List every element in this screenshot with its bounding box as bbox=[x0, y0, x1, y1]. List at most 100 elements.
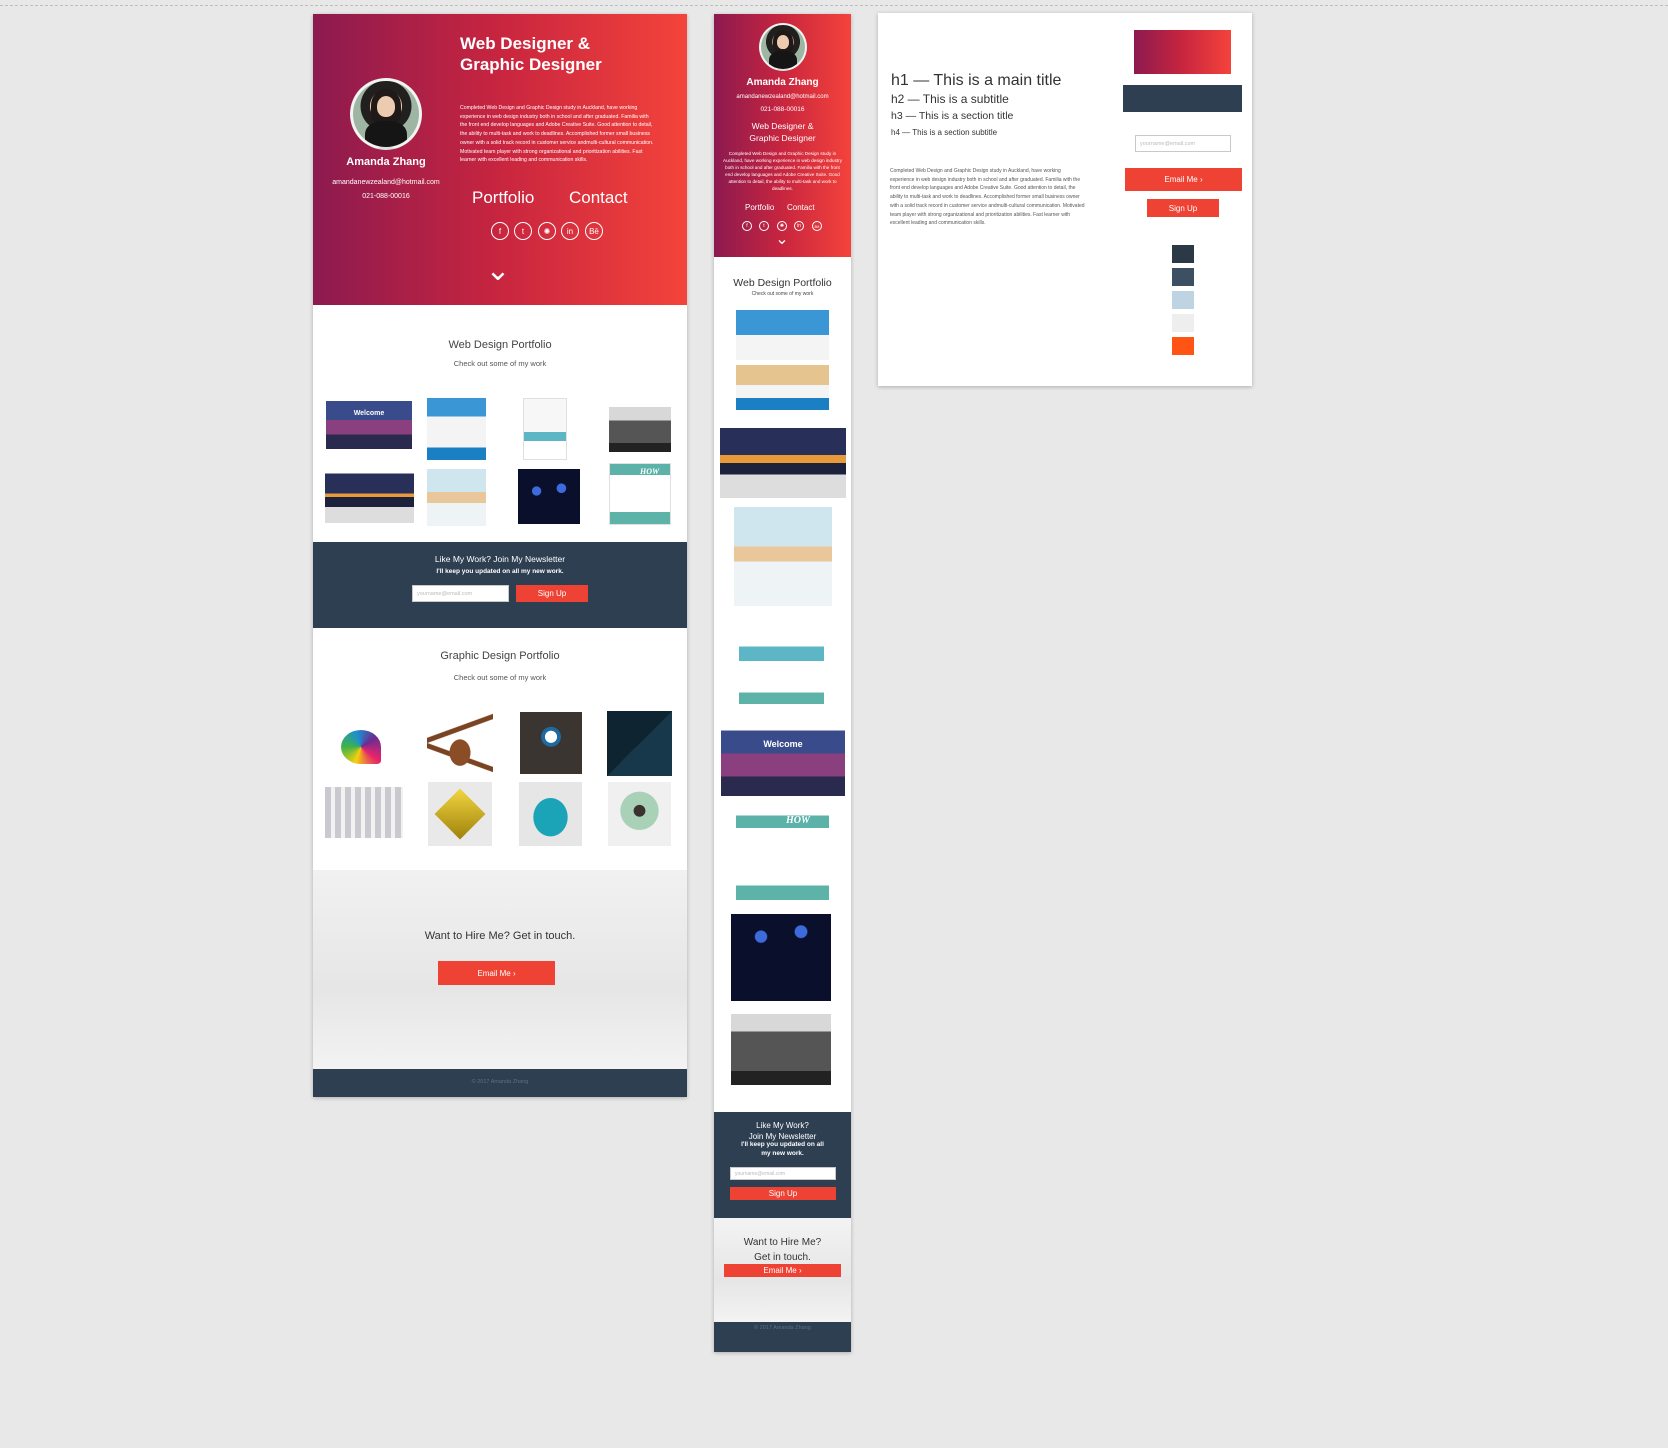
mobile-email-input[interactable]: yourname@email.com bbox=[730, 1167, 836, 1180]
nav-portfolio-link[interactable]: Portfolio bbox=[472, 188, 534, 208]
graphic-portfolio-subtitle: Check out some of my work bbox=[453, 673, 547, 682]
style-body-text: Completed Web Design and Graphic Design … bbox=[890, 168, 1085, 227]
mobile-thumb-3[interactable] bbox=[734, 507, 832, 606]
mobile-twitter-icon[interactable]: t bbox=[759, 221, 769, 231]
web-thumb-5[interactable] bbox=[325, 469, 414, 523]
hero-section: Web Designer & Graphic Designer Amanda Z… bbox=[313, 14, 687, 305]
style-h4: h4 — This is a section subtitle bbox=[891, 128, 998, 137]
graphic-thumb-antelope[interactable] bbox=[427, 711, 493, 775]
mobile-thumb-2[interactable] bbox=[720, 420, 846, 498]
newsletter-title: Like My Work? Join My Newsletter bbox=[434, 554, 566, 564]
behance-icon[interactable]: Bē bbox=[585, 222, 603, 240]
mobile-newsletter-line1: Like My Work? bbox=[756, 1121, 809, 1130]
scroll-down-icon[interactable]: ⌄ bbox=[478, 256, 518, 286]
swatch-4 bbox=[1172, 314, 1194, 332]
mobile-name: Amanda Zhang bbox=[746, 77, 819, 88]
mobile-web-title: Web Design Portfolio bbox=[733, 277, 832, 289]
mobile-hero: Amanda Zhang amandanewzealand@hotmail.co… bbox=[714, 14, 851, 257]
mobile-behance-icon[interactable]: Bē bbox=[812, 221, 822, 231]
mobile-thumb-8[interactable] bbox=[731, 1014, 831, 1085]
mobile-newsletter-line4: my new work. bbox=[761, 1150, 804, 1157]
newsletter-subtitle: I'll keep you updated on all my new work… bbox=[436, 568, 564, 575]
mobile-nav-portfolio[interactable]: Portfolio bbox=[745, 203, 774, 212]
mobile-newsletter-line3: I'll keep you updated on all bbox=[741, 1141, 824, 1148]
web-thumb-3[interactable] bbox=[523, 398, 567, 460]
mobile-email[interactable]: amandanewzealand@hotmail.com bbox=[714, 94, 851, 100]
mobile-artboard[interactable]: Amanda Zhang amandanewzealand@hotmail.co… bbox=[714, 14, 851, 1352]
styleguide-artboard[interactable]: h1 — This is a main title h2 — This is a… bbox=[878, 13, 1252, 386]
mobile-footer: © 2017 Amanda Zhang bbox=[714, 1322, 851, 1352]
graphic-thumb-tubes[interactable] bbox=[325, 787, 403, 838]
web-thumb-2[interactable] bbox=[427, 398, 486, 460]
mobile-thumb-welcome[interactable]: Welcome bbox=[721, 719, 845, 796]
nav-contact-link[interactable]: Contact bbox=[569, 188, 628, 208]
mobile-thumb-4[interactable] bbox=[739, 608, 824, 704]
swatch-2 bbox=[1172, 268, 1194, 286]
web-thumb-4[interactable] bbox=[609, 407, 671, 452]
web-thumb-7[interactable] bbox=[518, 469, 580, 524]
web-thumb-6[interactable] bbox=[427, 469, 486, 526]
mobile-phone: 021-088-00016 bbox=[760, 106, 805, 113]
graphic-thumb-easel[interactable] bbox=[520, 712, 582, 774]
hero-email[interactable]: amandanewzealand@hotmail.com bbox=[313, 179, 459, 186]
graphic-thumb-tshirt-teal[interactable] bbox=[519, 782, 582, 846]
style-input[interactable]: yourname@email.com bbox=[1135, 135, 1231, 152]
mobile-thumb-1[interactable] bbox=[736, 310, 829, 410]
web-portfolio-title: Web Design Portfolio bbox=[448, 339, 552, 351]
mobile-thumb-how[interactable]: HOW bbox=[736, 804, 829, 900]
twitter-icon[interactable]: t bbox=[514, 222, 532, 240]
mobile-email-button[interactable]: Email Me › bbox=[724, 1264, 841, 1277]
avatar-face bbox=[376, 95, 396, 117]
mobile-nav-contact[interactable]: Contact bbox=[787, 203, 815, 212]
linkedin-icon[interactable]: in bbox=[561, 222, 579, 240]
newsletter-section: Like My Work? Join My Newsletter I'll ke… bbox=[313, 542, 687, 628]
mobile-web-subtitle: Check out some of my work bbox=[751, 291, 814, 297]
dribbble-icon[interactable]: ✺ bbox=[538, 222, 556, 240]
mobile-thumb-7[interactable] bbox=[731, 902, 831, 1001]
mobile-title-line1: Web Designer & bbox=[751, 121, 814, 131]
mobile-hire-line1: Want to Hire Me? bbox=[743, 1237, 822, 1248]
style-signup-button[interactable]: Sign Up bbox=[1147, 199, 1219, 217]
diamond-shape bbox=[434, 788, 486, 840]
avatar bbox=[350, 78, 422, 150]
graphic-thumb-brochure[interactable] bbox=[607, 711, 672, 776]
style-email-button[interactable]: Email Me › bbox=[1125, 168, 1242, 191]
swatch-5 bbox=[1172, 337, 1194, 355]
mobile-linkedin-icon[interactable]: in bbox=[794, 221, 804, 231]
swatch-3 bbox=[1172, 291, 1194, 309]
newsletter-signup-button[interactable]: Sign Up bbox=[516, 585, 588, 602]
web-thumb-welcome[interactable]: Welcome bbox=[326, 401, 412, 449]
hero-name: Amanda Zhang bbox=[346, 156, 426, 168]
hero-phone: 021-088-00016 bbox=[362, 193, 410, 200]
mobile-footer-copyright: © 2017 Amanda Zhang bbox=[754, 1325, 811, 1331]
hero-bio: Completed Web Design and Graphic Design … bbox=[460, 105, 654, 164]
facebook-icon[interactable]: f bbox=[491, 222, 509, 240]
mobile-hire: Want to Hire Me? Get in touch. Email Me … bbox=[714, 1218, 851, 1322]
footer: © 2017 Amanda Zhang bbox=[313, 1069, 687, 1097]
hire-title: Want to Hire Me? Get in touch. bbox=[424, 930, 576, 942]
swatch-1 bbox=[1172, 245, 1194, 263]
mobile-bio: Completed Web Design and Graphic Design … bbox=[723, 151, 842, 192]
mobile-title-line2: Graphic Designer bbox=[749, 133, 816, 143]
mobile-signup-button[interactable]: Sign Up bbox=[730, 1187, 836, 1200]
mobile-avatar bbox=[759, 23, 807, 71]
hire-email-button[interactable]: Email Me › bbox=[438, 961, 555, 985]
newsletter-email-input[interactable]: yourname@email.com bbox=[412, 585, 509, 602]
hire-section: Want to Hire Me? Get in touch. Email Me … bbox=[313, 870, 687, 1069]
mobile-hire-line2: Get in touch. bbox=[754, 1252, 811, 1263]
graphic-thumb-diamond[interactable] bbox=[428, 782, 492, 846]
graphic-thumb-tshirt-green[interactable] bbox=[608, 782, 671, 846]
mobile-dribbble-icon[interactable]: ✺ bbox=[777, 221, 787, 231]
mobile-newsletter: Like My Work? Join My Newsletter I'll ke… bbox=[714, 1112, 851, 1218]
mobile-scroll-down-icon[interactable]: ⌄ bbox=[772, 232, 792, 248]
web-thumb-how[interactable]: HOW bbox=[609, 463, 671, 525]
style-h3: h3 — This is a section title bbox=[891, 110, 1014, 122]
desktop-artboard[interactable]: Web Designer & Graphic Designer Amanda Z… bbox=[313, 14, 687, 1097]
hero-title-line2: Graphic Designer bbox=[460, 55, 602, 74]
mobile-facebook-icon[interactable]: f bbox=[742, 221, 752, 231]
canvas-ruler bbox=[0, 0, 1668, 6]
footer-copyright: © 2017 Amanda Zhang bbox=[471, 1079, 529, 1085]
graphic-portfolio-title: Graphic Design Portfolio bbox=[440, 650, 560, 662]
graphic-thumb-logo[interactable] bbox=[341, 730, 381, 764]
avatar-body bbox=[364, 120, 408, 147]
